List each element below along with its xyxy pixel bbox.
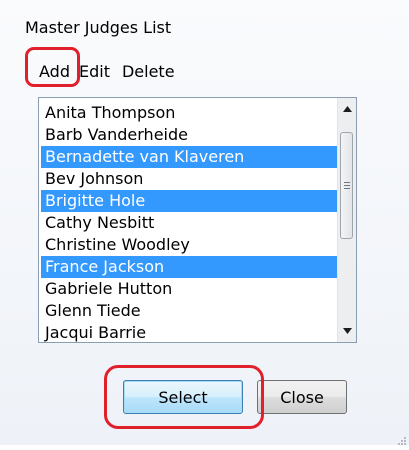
list-item[interactable]: France Jackson [41, 256, 338, 278]
master-judges-dialog: Master Judges List Add Edit Delete Anita… [0, 0, 409, 445]
vertical-scrollbar[interactable] [337, 98, 356, 342]
menu-add[interactable]: Add [31, 54, 73, 88]
list-item[interactable]: Bernadette van Klaveren [41, 146, 338, 168]
list-item[interactable]: Cathy Nesbitt [41, 212, 338, 234]
list-item[interactable]: Barb Vanderheide [41, 124, 338, 146]
judges-list: Anita Thompson Barb Vanderheide Bernadet… [41, 102, 338, 342]
window-title: Master Judges List [25, 18, 172, 37]
judges-listbox[interactable]: Anita Thompson Barb Vanderheide Bernadet… [38, 97, 357, 343]
resize-grip-icon[interactable] [395, 431, 407, 445]
list-item[interactable]: Brigitte Hole [41, 190, 338, 212]
list-item[interactable]: Christine Woodley [41, 234, 338, 256]
scroll-thumb[interactable] [340, 132, 353, 239]
list-item[interactable]: Anita Thompson [41, 102, 338, 124]
menu-delete[interactable]: Delete [116, 54, 181, 88]
list-item[interactable]: Glenn Tiede [41, 300, 338, 322]
select-button[interactable]: Select [123, 380, 243, 414]
list-item[interactable]: Bev Johnson [41, 168, 338, 190]
scroll-up-arrow-icon[interactable] [338, 100, 356, 118]
list-item[interactable]: Gabriele Hutton [41, 278, 338, 300]
scroll-down-arrow-icon[interactable] [338, 322, 356, 340]
menu-edit[interactable]: Edit [73, 54, 116, 88]
close-button[interactable]: Close [257, 380, 347, 414]
menu-bar: Add Edit Delete [31, 54, 181, 88]
list-item[interactable]: Jacqui Barrie [41, 322, 338, 342]
